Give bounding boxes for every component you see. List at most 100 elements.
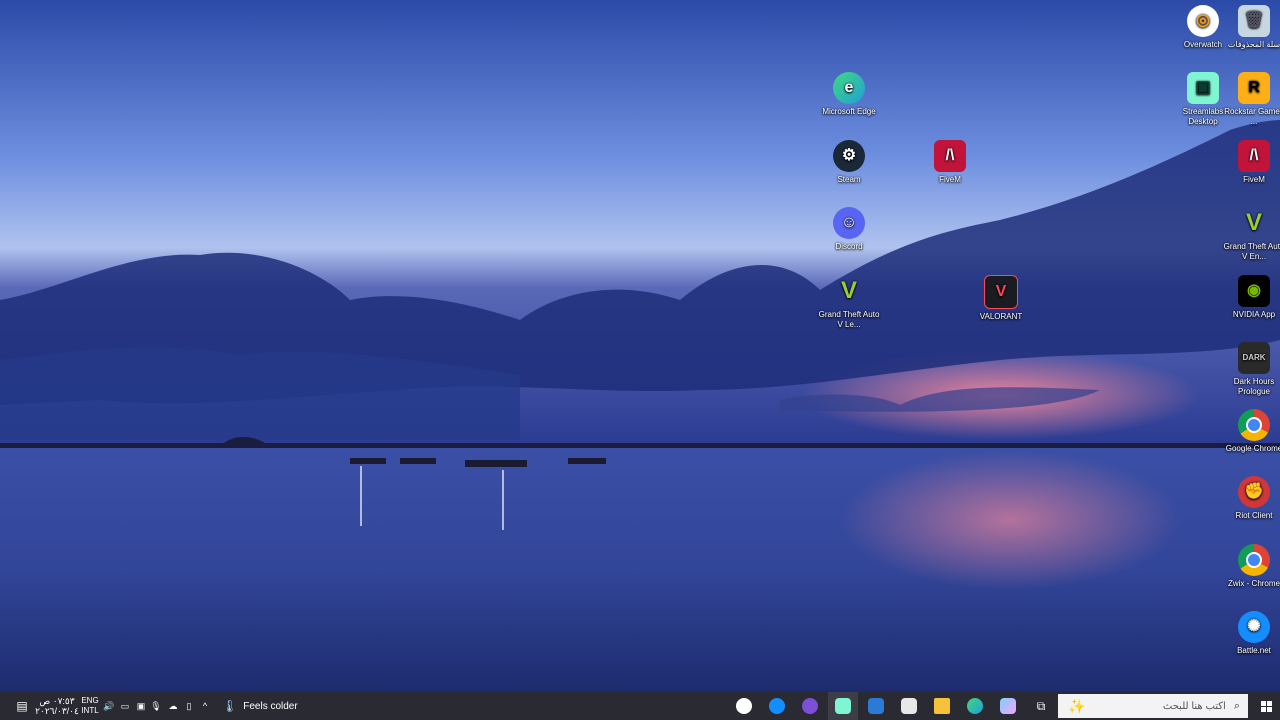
tray-app-icon: ▣	[136, 700, 146, 711]
desktop-icon-chrome-profile[interactable]: Zwix - Chrome	[1222, 544, 1280, 589]
chevron-up-icon: ^	[202, 701, 208, 711]
clock[interactable]: ٠٧:٥٣ ص ٢٠٢٦/٠٣/٠٤	[35, 692, 79, 720]
task-view-icon: ⧉	[1036, 698, 1046, 713]
desktop-icon-recycle-bin[interactable]: 🗑 سلة المحذوفات	[1222, 5, 1280, 50]
taskbar-app-overwatch[interactable]	[729, 692, 759, 720]
show-hidden-icons-button[interactable]: ^	[198, 692, 212, 720]
cloud-icon: ☁	[168, 700, 178, 711]
mail-icon	[868, 698, 884, 714]
windows-logo-icon	[1260, 700, 1272, 712]
microphone-icon: 🎙	[150, 700, 162, 711]
speaker-icon: 🔊	[103, 700, 115, 711]
taskbar-app-mail[interactable]	[861, 692, 891, 720]
desktop-icon-label: Streamlabs Desktop	[1182, 107, 1224, 126]
chrome-icon	[1238, 409, 1270, 441]
task-view-button[interactable]: ⧉	[1026, 692, 1056, 720]
desktop-icon-label: Grand Theft Auto V Le...	[818, 310, 880, 329]
streamlabs-icon: ▣	[1187, 72, 1219, 104]
chrome-icon	[1238, 544, 1270, 576]
network-button[interactable]: ▭	[118, 692, 132, 720]
gta-icon: V	[1245, 209, 1262, 236]
copilot-sparkle-icon: ✨	[1068, 697, 1086, 714]
copilot-icon	[1000, 698, 1016, 714]
desktop-icon-discord[interactable]: ☺ Discord	[817, 207, 881, 252]
taskbar-app-copilot[interactable]	[993, 692, 1023, 720]
edge-icon	[967, 698, 983, 714]
battlenet-icon: ✺	[1238, 611, 1270, 643]
desktop-icon-label: VALORANT	[979, 312, 1023, 321]
desktop-icon-label: Overwatch	[1183, 40, 1223, 49]
desktop-icon-label: Rockstar Games ...	[1224, 107, 1280, 126]
overwatch-icon: ◎	[1187, 5, 1219, 37]
desktop-icon-fivem[interactable]: /\ FiveM	[1222, 140, 1280, 185]
search-placeholder: اكتب هنا للبحث	[1162, 700, 1226, 712]
onedrive-button[interactable]: ☁	[166, 692, 180, 720]
darkhours-icon: DARK	[1238, 342, 1270, 374]
clock-date: ٢٠٢٦/٠٣/٠٤	[35, 706, 79, 716]
riot-icon: ✊	[1238, 476, 1270, 508]
desktop-icon-label: سلة المحذوفات	[1227, 40, 1280, 49]
desktop-icon-riot-client[interactable]: ✊ Riot Client	[1222, 476, 1280, 521]
store-icon	[901, 698, 917, 714]
tray-app-button[interactable]: ▣	[134, 692, 148, 720]
taskbar-app-streamlabs[interactable]	[828, 692, 858, 720]
microphone-button[interactable]: 🎙	[150, 692, 162, 720]
start-button[interactable]	[1252, 692, 1280, 720]
edge-icon: e	[833, 72, 865, 104]
weather-widget[interactable]: 🌡 Feels colder	[222, 692, 302, 720]
desktop-icon-label: FiveM	[939, 175, 961, 184]
desktop-icon-label: Zwix - Chrome	[1227, 579, 1280, 588]
gta-icon: V	[840, 277, 857, 304]
network-icon: ▭	[120, 700, 130, 711]
desktop-icon-rockstar[interactable]: R Rockstar Games ...	[1222, 72, 1280, 127]
desktop-icon-edge[interactable]: e Microsoft Edge	[817, 72, 881, 117]
desktop-icon-fivem[interactable]: /\ FiveM	[918, 140, 982, 185]
fivem-icon: /\	[934, 140, 966, 172]
fivem-icon: /\	[1238, 140, 1270, 172]
desktop-icon-label: Microsoft Edge	[822, 107, 876, 116]
language-line1: ENG	[81, 696, 99, 705]
desktop-icon-label: Discord	[835, 242, 863, 251]
steam-icon: ⚙	[833, 140, 865, 172]
language-line2: INTL	[81, 706, 99, 715]
taskbar-app-edge[interactable]	[960, 692, 990, 720]
weather-text: Feels colder	[243, 700, 298, 712]
desktop-icon-label: Steam	[837, 175, 861, 184]
desktop-wallpaper	[0, 0, 1280, 692]
recycle-bin-icon: 🗑	[1238, 5, 1270, 37]
valorant-icon: V	[984, 275, 1018, 309]
desktop-icon-dark-hours[interactable]: DARK Dark Hours Prologue	[1222, 342, 1280, 397]
desktop-icon-label: NVIDIA App	[1232, 310, 1276, 319]
streamlabs-icon	[835, 698, 851, 714]
discord-icon: ☺	[833, 207, 865, 239]
notification-center-button[interactable]: ▤	[10, 692, 34, 720]
desktop-icon-valorant[interactable]: V VALORANT	[969, 275, 1033, 322]
desktop-icon-nvidia[interactable]: ◉ NVIDIA App	[1222, 275, 1280, 320]
device-icon: ▯	[186, 700, 192, 711]
desktop-icon-battlenet[interactable]: ✺ Battle.net	[1222, 611, 1280, 656]
desktop-icon-steam[interactable]: ⚙ Steam	[817, 140, 881, 185]
desktop-icon-label: Google Chrome	[1225, 444, 1280, 453]
rockstar-icon: R	[1238, 72, 1270, 104]
taskbar-app-store[interactable]	[894, 692, 924, 720]
folder-icon	[934, 698, 950, 714]
taskbar-search-box[interactable]: ✨ اكتب هنا للبحث ⌕	[1058, 694, 1248, 718]
desktop-icon-label: Dark Hours Prologue	[1233, 377, 1275, 396]
clock-time: ٠٧:٥٣ ص	[39, 696, 75, 706]
app-icon	[802, 698, 818, 714]
volume-button[interactable]: 🔊	[102, 692, 116, 720]
desktop-icon-chrome[interactable]: Google Chrome	[1222, 409, 1280, 454]
battlenet-icon	[769, 698, 785, 714]
desktop-icon-label: Riot Client	[1235, 511, 1273, 520]
desktop-icon-label: Grand Theft Auto V En...	[1223, 242, 1280, 261]
tray-device-button[interactable]: ▯	[182, 692, 196, 720]
desktop-icon-gta-enhanced[interactable]: V Grand Theft Auto V En...	[1222, 207, 1280, 262]
taskbar-app-battlenet[interactable]	[762, 692, 792, 720]
thermometer-icon: 🌡	[222, 699, 238, 713]
desktop-icon-gta-legacy[interactable]: V Grand Theft Auto V Le...	[817, 275, 881, 330]
input-language-indicator[interactable]: ENG INTL	[80, 692, 100, 720]
desktop-icon-label: FiveM	[1243, 175, 1265, 184]
search-icon: ⌕	[1233, 699, 1240, 712]
taskbar-app-purple[interactable]	[795, 692, 825, 720]
taskbar-app-file-explorer[interactable]	[927, 692, 957, 720]
